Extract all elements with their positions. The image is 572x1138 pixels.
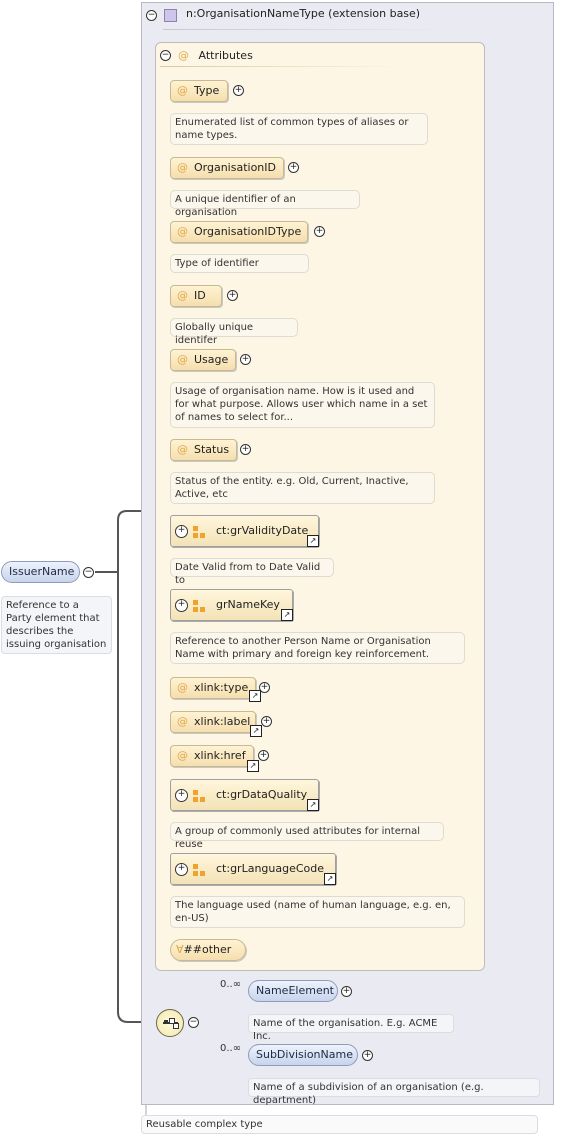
group-ref-data-quality[interactable]: + ct:grDataQuality ↗ xyxy=(170,779,319,811)
attribute-name: ID xyxy=(194,289,206,302)
attribute-id[interactable]: @ ID xyxy=(170,285,222,307)
expand-icon[interactable]: + xyxy=(227,290,238,301)
group-name: ct:grLanguageCode xyxy=(216,862,325,875)
at-sign-icon: @ xyxy=(177,161,188,174)
expand-icon[interactable]: + xyxy=(261,716,272,727)
attribute-name: xlink:type xyxy=(194,681,249,694)
group-ref-validity-date[interactable]: + ct:grValidityDate ↗ xyxy=(170,515,319,547)
expand-icon[interactable]: + xyxy=(314,226,325,237)
attributes-header: @ Attributes xyxy=(178,49,253,62)
group-name: ct:grValidityDate xyxy=(216,524,309,537)
attribute-xlink-label[interactable]: @ xlink:label xyxy=(170,711,256,733)
extension-title: n:OrganisationNameType (extension base) xyxy=(186,7,421,20)
at-sign-icon: @ xyxy=(177,443,188,456)
attribute-organisationidtype[interactable]: @ OrganisationIDType xyxy=(170,221,308,243)
attribute-usage[interactable]: @ Usage xyxy=(170,349,236,371)
element-subdivisionname[interactable]: SubDivisionName xyxy=(248,1044,358,1066)
at-sign-icon: @ xyxy=(178,49,189,62)
reference-arrow-icon: ↗ xyxy=(247,760,259,772)
attribute-type[interactable]: @ Type xyxy=(170,80,228,102)
group-doc: The language used (name of human languag… xyxy=(170,896,465,928)
expand-icon[interactable]: + xyxy=(341,986,352,997)
at-sign-icon: @ xyxy=(177,749,188,762)
at-sign-icon: @ xyxy=(177,289,188,302)
reference-arrow-icon: ↗ xyxy=(250,725,262,737)
expand-icon[interactable]: + xyxy=(175,599,188,612)
group-doc: Reference to another Person Name or Orga… xyxy=(170,632,465,664)
attributes-label: Attributes xyxy=(198,49,253,62)
extension-divider xyxy=(163,29,453,30)
attribute-organisationid[interactable]: @ OrganisationID xyxy=(170,157,284,179)
element-issuername[interactable]: IssuerName xyxy=(1,561,80,583)
attribute-doc: A unique identifier of an organisation xyxy=(170,190,360,218)
cardinality-label: 0..∞ xyxy=(220,1043,242,1054)
expand-icon[interactable]: + xyxy=(258,750,269,761)
sequence-compositor-icon[interactable] xyxy=(156,1009,184,1037)
expand-icon[interactable]: + xyxy=(175,863,188,876)
group-name: ct:grDataQuality xyxy=(216,788,308,801)
any-attribute-label: ##other xyxy=(183,943,232,956)
expand-icon[interactable]: + xyxy=(259,682,270,693)
collapse-sequence-icon[interactable]: − xyxy=(188,1017,199,1028)
expand-icon[interactable]: + xyxy=(175,525,188,538)
complex-type-footer: Reusable complex type xyxy=(141,1115,538,1134)
expand-icon[interactable]: + xyxy=(175,789,188,802)
expand-icon[interactable]: + xyxy=(288,162,299,173)
at-sign-icon: @ xyxy=(177,225,188,238)
element-nameelement[interactable]: NameElement xyxy=(248,980,338,1002)
group-doc: Date Valid from to Date Valid to xyxy=(170,558,334,586)
collapse-extension-icon[interactable]: − xyxy=(146,10,157,21)
expand-icon[interactable]: + xyxy=(240,354,251,365)
at-sign-icon: @ xyxy=(177,353,188,366)
reference-arrow-icon: ↗ xyxy=(324,873,336,885)
group-doc: A group of commonly used attributes for … xyxy=(170,822,444,850)
attributes-divider xyxy=(160,66,400,67)
collapse-element-icon[interactable]: − xyxy=(83,567,94,578)
attribute-doc: Usage of organisation name. How is it us… xyxy=(170,382,435,428)
group-name: grNameKey xyxy=(216,598,280,611)
cardinality-label: 0..∞ xyxy=(220,979,242,990)
any-attribute[interactable]: ∀##other xyxy=(170,939,246,961)
attribute-xlink-type[interactable]: @ xlink:type xyxy=(170,677,256,699)
at-sign-icon: @ xyxy=(177,715,188,728)
group-ref-name-key[interactable]: + grNameKey ↗ xyxy=(170,589,293,621)
element-doc: Name of the organisation. E.g. ACME Inc. xyxy=(248,1014,454,1042)
attribute-group-icon xyxy=(193,790,205,802)
attribute-status[interactable]: @ Status xyxy=(170,439,237,461)
reference-arrow-icon: ↗ xyxy=(281,609,293,621)
expand-icon[interactable]: + xyxy=(233,85,244,96)
at-sign-icon: @ xyxy=(177,84,188,97)
element-doc: Name of a subdivision of an organisation… xyxy=(248,1078,540,1106)
attribute-name: OrganisationIDType xyxy=(194,225,302,238)
any-icon: ∀ xyxy=(176,943,184,956)
attribute-name: Status xyxy=(194,443,230,456)
reference-arrow-icon: ↗ xyxy=(249,690,261,702)
attribute-name: Usage xyxy=(194,353,229,366)
attribute-doc: Globally unique identifer xyxy=(170,318,298,346)
group-ref-language-code[interactable]: + ct:grLanguageCode ↗ xyxy=(170,853,336,885)
attribute-name: Type xyxy=(194,84,220,97)
attribute-group-icon xyxy=(193,864,205,876)
attribute-name: OrganisationID xyxy=(194,161,276,174)
element-doc: Reference to a Party element that descri… xyxy=(1,596,112,654)
attribute-group-icon xyxy=(193,600,205,612)
attribute-group-icon xyxy=(193,526,205,538)
complex-type-icon xyxy=(164,9,177,22)
reference-arrow-icon: ↗ xyxy=(307,535,319,547)
attribute-name: xlink:label xyxy=(194,715,251,728)
expand-icon[interactable]: + xyxy=(240,444,251,455)
attribute-doc: Enumerated list of common types of alias… xyxy=(170,113,428,145)
attribute-doc: Type of identifier xyxy=(170,254,309,273)
attribute-doc: Status of the entity. e.g. Old, Current,… xyxy=(170,472,435,504)
reference-arrow-icon: ↗ xyxy=(307,799,319,811)
attribute-name: xlink:href xyxy=(194,749,246,762)
at-sign-icon: @ xyxy=(177,681,188,694)
expand-icon[interactable]: + xyxy=(362,1050,373,1061)
attribute-xlink-href[interactable]: @ xlink:href xyxy=(170,745,254,767)
collapse-attributes-icon[interactable]: − xyxy=(160,50,171,61)
